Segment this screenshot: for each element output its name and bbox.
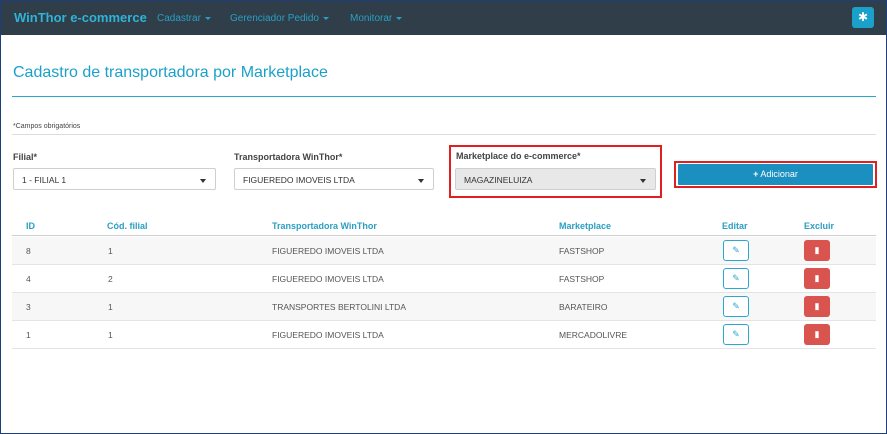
column-header-id: ID [26,221,35,231]
edit-icon: ✎ [732,329,740,339]
chevron-down-icon [322,16,329,20]
table-header-divider [12,235,876,236]
chevron-down-icon [640,179,646,183]
edit-icon: ✎ [732,245,740,255]
transportadora-label: Transportadora WinThor* [234,152,343,162]
cell-marketplace: FASTSHOP [559,274,605,284]
marketplace-select[interactable]: MAGAZINELUIZA [455,168,656,190]
cell-transportadora: FIGUEREDO IMOVEIS LTDA [272,330,384,340]
delete-button[interactable]: ▮ [804,296,830,317]
edit-icon: ✎ [732,301,740,311]
chevron-down-icon [396,16,403,20]
edit-button[interactable]: ✎ [723,324,749,345]
table-row: 8 1 FIGUEREDO IMOVEIS LTDA FASTSHOP ✎ ▮ [12,237,876,265]
plus-icon: + [753,169,759,179]
delete-button[interactable]: ▮ [804,324,830,345]
trash-icon: ▮ [814,273,820,283]
chevron-down-icon [204,16,211,20]
required-fields-note: *Campos obrigatórios [13,123,81,130]
cell-id: 8 [26,246,31,256]
column-header-cod-filial: Cód. filial [107,221,148,231]
table-row: 4 2 FIGUEREDO IMOVEIS LTDA FASTSHOP ✎ ▮ [12,265,876,293]
cell-filial: 1 [108,302,113,312]
cell-filial: 1 [108,330,113,340]
table-row: 1 1 FIGUEREDO IMOVEIS LTDA MERCADOLIVRE … [12,321,876,349]
gear-icon: ✱ [857,10,869,24]
edit-icon: ✎ [732,273,740,283]
cell-filial: 2 [108,274,113,284]
marketplace-select-value: MAGAZINELUIZA [464,175,533,185]
column-header-transportadora: Transportadora WinThor [272,221,377,231]
brand-title[interactable]: WinThor e-commerce [14,10,147,25]
menu-monitorar[interactable]: Monitorar [350,13,403,24]
trash-icon: ▮ [814,245,820,255]
filial-label: Filial* [13,152,38,162]
page-title: Cadastro de transportadora por Marketpla… [13,64,328,81]
column-header-marketplace: Marketplace [559,221,612,231]
edit-button[interactable]: ✎ [723,296,749,317]
edit-button[interactable]: ✎ [723,268,749,289]
chevron-down-icon [418,179,424,183]
add-button[interactable]: + Adicionar [678,164,873,185]
cell-marketplace: BARATEIRO [559,302,608,312]
title-divider [12,96,876,97]
transportadora-select[interactable]: FIGUEREDO IMOVEIS LTDA [234,168,434,190]
cell-filial: 1 [108,246,113,256]
menu-monitorar-label: Monitorar [350,13,393,24]
cell-id: 1 [26,330,31,340]
edit-button[interactable]: ✎ [723,240,749,261]
cell-id: 3 [26,302,31,312]
menu-gerenciador-pedido[interactable]: Gerenciador Pedido [230,13,329,24]
add-button-label: Adicionar [760,169,798,179]
column-header-editar: Editar [722,221,748,231]
delete-button[interactable]: ▮ [804,240,830,261]
top-navbar: WinThor e-commerce Cadastrar Gerenciador… [1,1,886,35]
settings-button[interactable]: ✱ [852,7,874,28]
cell-id: 4 [26,274,31,284]
cell-marketplace: FASTSHOP [559,246,605,256]
cell-marketplace: MERCADOLIVRE [559,330,628,340]
column-header-excluir: Excluir [804,221,835,231]
menu-cadastrar[interactable]: Cadastrar [157,13,211,24]
delete-button[interactable]: ▮ [804,268,830,289]
marketplace-label: Marketplace do e-commerce* [456,151,581,161]
section-divider [12,134,876,135]
trash-icon: ▮ [814,329,820,339]
filial-select[interactable]: 1 - FILIAL 1 [13,168,216,190]
cell-transportadora: FIGUEREDO IMOVEIS LTDA [272,246,384,256]
menu-gerenciador-label: Gerenciador Pedido [230,13,319,24]
transportadora-select-value: FIGUEREDO IMOVEIS LTDA [243,175,355,185]
chevron-down-icon [200,179,206,183]
menu-cadastrar-label: Cadastrar [157,13,201,24]
filial-select-value: 1 - FILIAL 1 [22,175,67,185]
app-window: WinThor e-commerce Cadastrar Gerenciador… [0,0,887,434]
cell-transportadora: FIGUEREDO IMOVEIS LTDA [272,274,384,284]
cell-transportadora: TRANSPORTES BERTOLINI LTDA [272,302,406,312]
trash-icon: ▮ [814,301,820,311]
table-row: 3 1 TRANSPORTES BERTOLINI LTDA BARATEIRO… [12,293,876,321]
